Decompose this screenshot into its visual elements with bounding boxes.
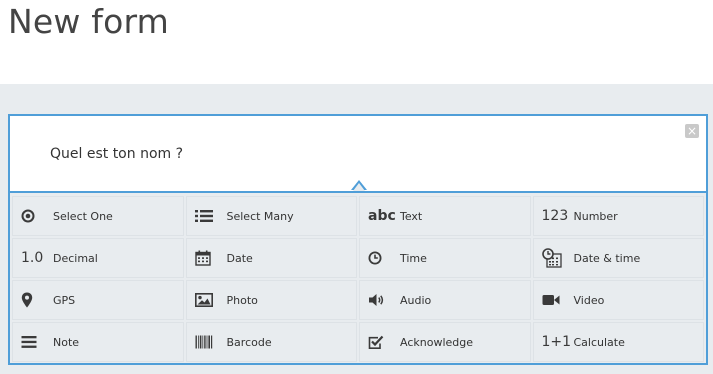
type-barcode[interactable]: Barcode (185, 322, 357, 362)
type-label: Text (400, 209, 423, 223)
page-title: New form (8, 2, 170, 41)
list-icon (194, 209, 221, 223)
type-label: Decimal (53, 251, 98, 265)
close-icon: × (686, 124, 698, 138)
type-label: Time (400, 251, 427, 265)
clock-icon (368, 251, 394, 265)
close-button[interactable]: × (685, 124, 699, 138)
type-decimal[interactable]: 1.0 Decimal (12, 238, 184, 278)
map-pin-icon (21, 292, 47, 308)
type-label: Select Many (226, 209, 294, 223)
type-label: Video (573, 293, 605, 307)
type-label: Photo (226, 293, 258, 307)
calendar-clock-icon (541, 248, 568, 268)
text-abc-icon: abc (368, 208, 396, 224)
checkbox-icon (368, 335, 394, 350)
type-label: Calculate (573, 335, 625, 349)
question-editor: Quel est ton nom ? × Select One Select M… (8, 114, 708, 365)
question-type-picker: Select One Select Many abc Text 123 Numb… (12, 196, 704, 362)
type-label: Acknowledge (400, 335, 474, 349)
speaker-icon (368, 293, 394, 307)
type-label: Number (573, 209, 618, 223)
type-date-time[interactable]: Date & time (532, 238, 704, 278)
type-text[interactable]: abc Text (359, 196, 531, 236)
calculate-icon: 1+1 (541, 334, 572, 350)
type-acknowledge[interactable]: Acknowledge (359, 322, 531, 362)
type-gps[interactable]: GPS (12, 280, 184, 320)
type-label: Date & time (573, 251, 641, 265)
type-label: Date (226, 251, 253, 265)
type-date[interactable]: Date (185, 238, 357, 278)
type-label: GPS (53, 293, 76, 307)
type-select-one[interactable]: Select One (12, 196, 184, 236)
type-label: Note (53, 335, 80, 349)
type-number[interactable]: 123 Number (532, 196, 704, 236)
question-label[interactable]: Quel est ton nom ? (50, 145, 183, 163)
number-icon: 123 (541, 208, 569, 224)
type-select-many[interactable]: Select Many (185, 196, 357, 236)
barcode-icon (195, 335, 221, 349)
type-time[interactable]: Time (359, 238, 531, 278)
type-calculate[interactable]: 1+1 Calculate (532, 322, 704, 362)
type-label: Barcode (226, 335, 272, 349)
calendar-icon (194, 250, 221, 266)
image-icon (194, 293, 221, 307)
video-camera-icon (542, 293, 568, 307)
type-label: Audio (400, 293, 432, 307)
note-lines-icon (21, 335, 47, 349)
radio-icon (21, 209, 47, 223)
type-label: Select One (53, 209, 113, 223)
decimal-icon: 1.0 (21, 250, 44, 266)
type-audio[interactable]: Audio (359, 280, 531, 320)
type-note[interactable]: Note (12, 322, 184, 362)
caret-pointer-fill (353, 183, 365, 191)
type-photo[interactable]: Photo (185, 280, 357, 320)
type-video[interactable]: Video (532, 280, 704, 320)
